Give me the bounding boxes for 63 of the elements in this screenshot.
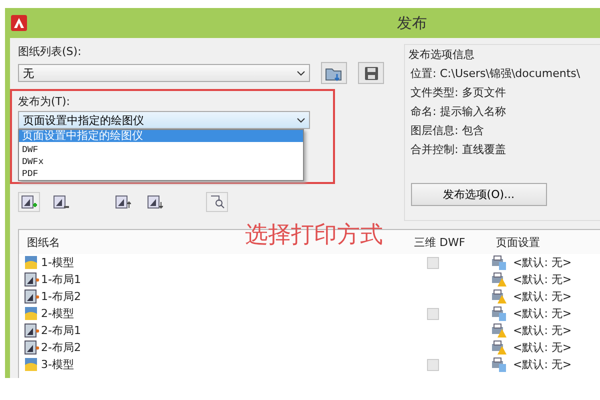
sheet-name: 2-布局2 — [41, 340, 81, 355]
magnifier-icon — [210, 195, 224, 209]
printer-warning-icon — [491, 272, 507, 287]
layout-sheet-icon — [24, 323, 40, 338]
folder-icon — [325, 66, 343, 80]
save-list-button[interactable] — [358, 62, 384, 84]
model-sheet-icon — [24, 357, 40, 372]
column-header[interactable]: 页面设置 — [491, 234, 540, 250]
dwf-checkbox[interactable] — [427, 256, 439, 268]
move-down-icon — [147, 194, 163, 210]
page-setup-value: <默认: 无> — [513, 272, 572, 287]
remove-sheet-icon — [53, 194, 69, 210]
publish-options-button[interactable]: 发布选项(O)... — [410, 183, 547, 206]
printer-warning-icon — [491, 289, 507, 304]
sheet-name: 1-模型 — [41, 255, 74, 270]
page-setup-value: <默认: 无> — [513, 306, 572, 321]
sheet-name: 1-布局1 — [41, 272, 81, 287]
column-header[interactable]: 图纸名 — [19, 234, 60, 250]
add-sheets-button[interactable] — [18, 192, 40, 212]
printer-warning-icon — [491, 323, 507, 338]
save-icon — [364, 66, 378, 80]
page-setup-value: <默认: 无> — [513, 323, 572, 338]
caret-icon — [297, 118, 305, 122]
model-sheet-icon — [24, 255, 40, 270]
preview-button[interactable] — [206, 192, 228, 212]
page-setup-value: <默认: 无> — [513, 340, 572, 355]
info-line: 图层信息: 包含 — [410, 123, 484, 138]
move-up-icon — [115, 194, 131, 210]
annotation-text: 选择打印方式 — [245, 221, 383, 250]
info-line: 命名: 提示输入名称 — [410, 104, 506, 119]
layout-sheet-icon — [24, 289, 40, 304]
publish-as-dropdown[interactable]: 页面设置中指定的绘图仪 — [18, 111, 310, 129]
printer-page-icon — [491, 306, 507, 321]
page-setup-value: <默认: 无> — [513, 289, 572, 304]
page-setup-value: <默认: 无> — [513, 255, 572, 270]
dropdown-option[interactable]: PDF — [19, 168, 303, 180]
window-title: 发布 — [397, 14, 427, 32]
layout-sheet-icon — [24, 272, 40, 287]
app-logo-icon — [11, 15, 27, 31]
group-title: 发布选项信息 — [408, 47, 475, 62]
dwf-checkbox[interactable] — [427, 358, 439, 370]
sheet-name: 3-模型 — [41, 357, 74, 372]
info-line: 位置: C:\Users\锦强\documents\ — [410, 66, 580, 81]
layout-sheet-icon — [24, 340, 40, 355]
add-sheet-icon — [21, 194, 37, 210]
info-line: 合并控制: 直线覆盖 — [410, 142, 506, 157]
dwf-checkbox[interactable] — [427, 308, 439, 320]
sheet-list-dropdown[interactable]: 无 — [18, 64, 310, 82]
dropdown-option[interactable]: DWF — [19, 144, 303, 156]
sheet-name: 2-布局1 — [41, 323, 81, 338]
field-label: 发布为(T): — [18, 95, 70, 109]
dropdown-option[interactable]: DWFx — [19, 156, 303, 168]
sheet-name: 2-模型 — [41, 306, 74, 321]
page-setup-value: <默认: 无> — [513, 357, 572, 372]
info-line: 文件类型: 多页文件 — [410, 85, 506, 100]
field-label: 图纸列表(S): — [18, 45, 82, 59]
sheet-name: 1-布局2 — [41, 289, 81, 304]
column-header[interactable]: 三维 DWF — [414, 234, 466, 250]
printer-warning-icon — [491, 340, 507, 355]
load-list-button[interactable] — [321, 62, 347, 84]
caret-icon — [297, 70, 305, 76]
model-sheet-icon — [24, 306, 40, 321]
printer-page-icon — [491, 357, 507, 372]
